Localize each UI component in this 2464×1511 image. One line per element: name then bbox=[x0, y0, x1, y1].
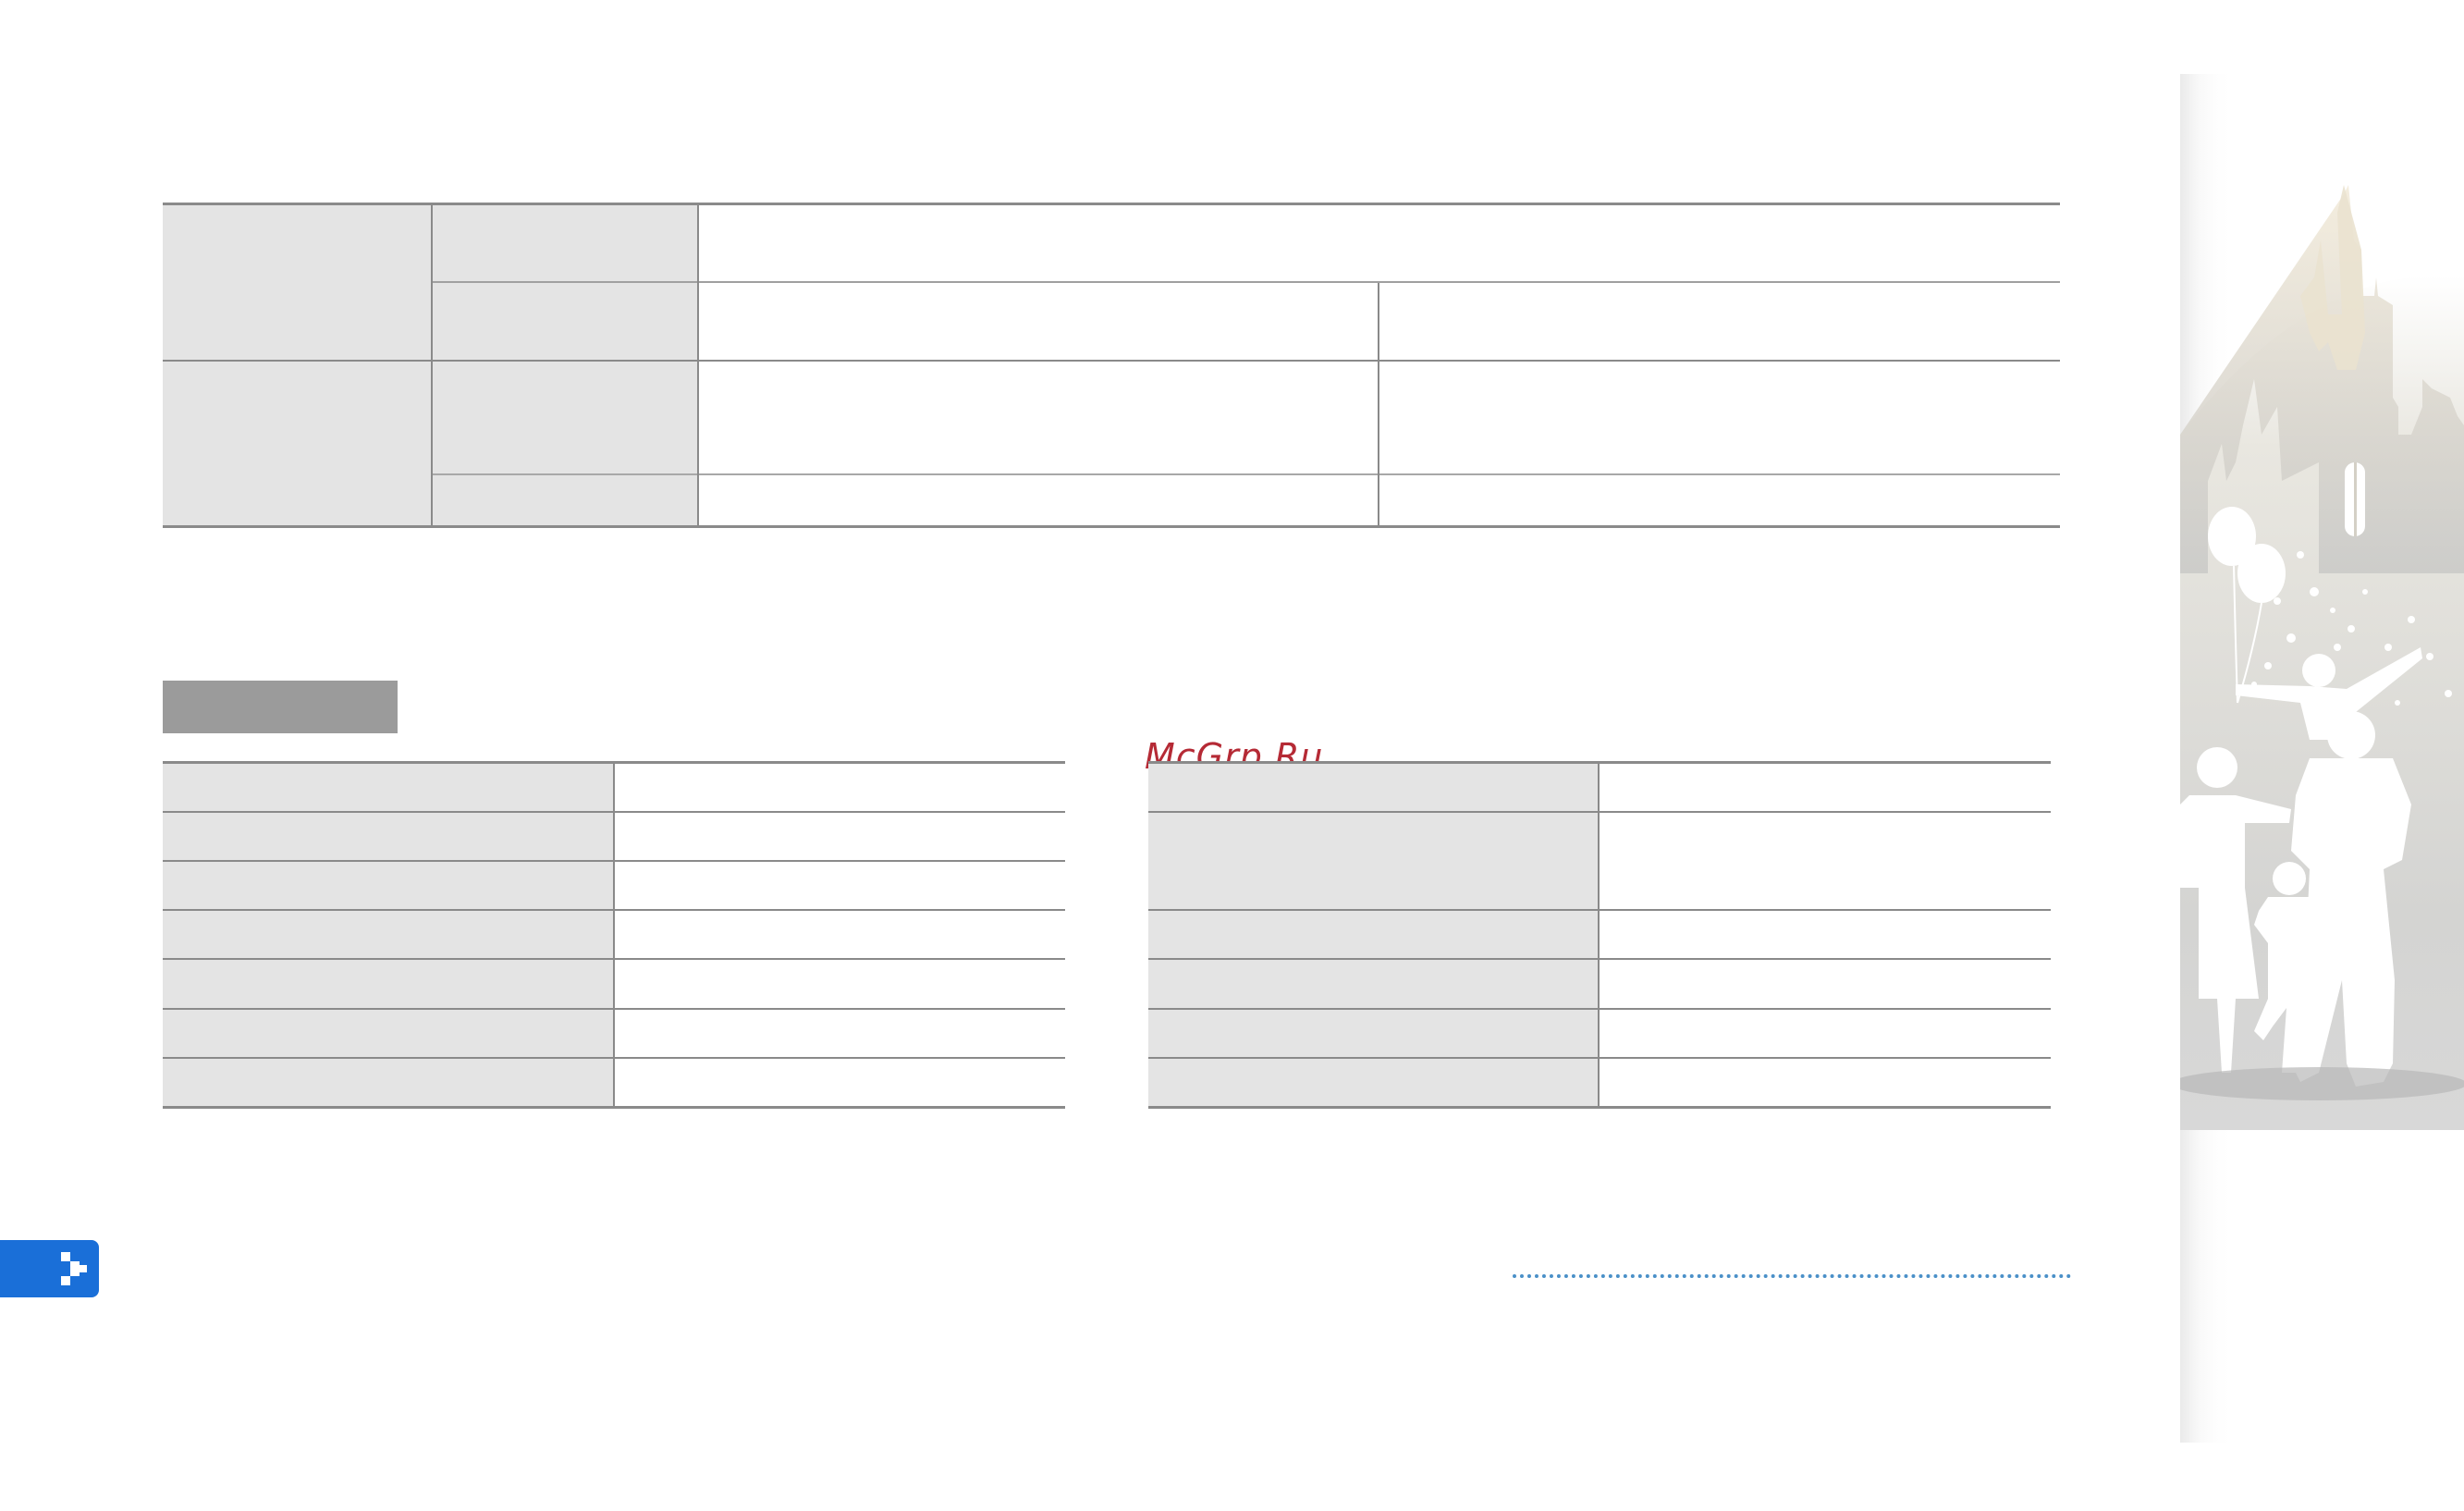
right-table-rule-top bbox=[1148, 761, 2051, 764]
right-table-label-column bbox=[1148, 763, 1599, 1107]
top-table-col-rule-2 bbox=[697, 204, 699, 526]
top-table-rule-group bbox=[163, 360, 2060, 362]
right-table-col-rule bbox=[1598, 763, 1600, 1107]
top-table-row-1-subheader bbox=[432, 204, 697, 281]
left-table-label-column bbox=[163, 763, 613, 1107]
top-table-row-group-1-header bbox=[163, 204, 431, 360]
top-table-col-rule-1 bbox=[431, 204, 433, 526]
right-table-rule-1 bbox=[1148, 811, 2051, 813]
top-table-rule-row-1 bbox=[432, 281, 2060, 283]
top-table-row-4-subheader bbox=[432, 475, 697, 526]
right-table-rule-4 bbox=[1148, 1008, 2051, 1010]
footer-dotted-rule bbox=[1513, 1274, 2071, 1278]
top-table-col-rule-3 bbox=[1378, 283, 1379, 526]
right-table-rule-5 bbox=[1148, 1057, 2051, 1059]
top-table-rule-bottom bbox=[163, 525, 2060, 528]
right-table-rule-2 bbox=[1148, 909, 2051, 911]
right-table-rule-3 bbox=[1148, 958, 2051, 960]
top-table-row-group-2-header bbox=[163, 362, 431, 526]
page-tab[interactable] bbox=[0, 1240, 99, 1297]
top-table-rule-top bbox=[163, 203, 2060, 205]
arrow-right-icon bbox=[61, 1252, 87, 1285]
section-heading-bar bbox=[163, 681, 398, 733]
top-table-rule-row-3 bbox=[432, 473, 2060, 475]
left-table-col-rule bbox=[613, 763, 615, 1107]
right-table-rule-bottom bbox=[1148, 1106, 2051, 1109]
top-table-row-2-subheader bbox=[432, 283, 697, 360]
top-table-row-3-subheader bbox=[432, 362, 697, 473]
castle-family-illustration bbox=[2180, 74, 2464, 1443]
